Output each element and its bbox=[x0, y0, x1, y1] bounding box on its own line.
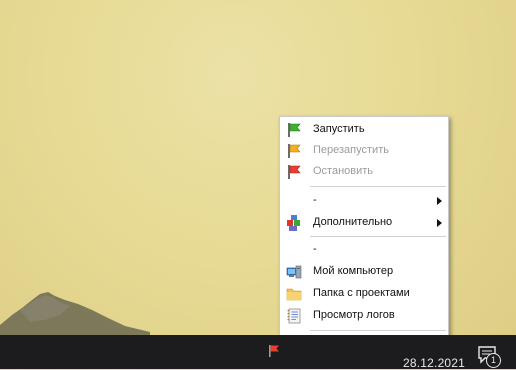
yellow-flag-icon bbox=[288, 144, 301, 158]
red-flag-icon[interactable] bbox=[268, 344, 280, 358]
folder-icon bbox=[286, 288, 302, 301]
menu-item-additional[interactable]: Дополнительно bbox=[280, 212, 448, 234]
menu-item-label: Дополнительно bbox=[313, 216, 393, 228]
menu-item-label: Папка с проектами bbox=[313, 287, 410, 299]
menu-item-label: Мой компьютер bbox=[313, 265, 394, 277]
menu-item-projects-folder[interactable]: Папка с проектами bbox=[280, 283, 448, 305]
menu-item-dash[interactable]: - bbox=[280, 239, 448, 261]
menu-separator bbox=[310, 330, 446, 331]
desktop-wallpaper-mountain bbox=[0, 292, 150, 340]
menu-item-label: Остановить bbox=[313, 165, 374, 177]
computer-icon bbox=[286, 265, 302, 279]
menu-item-label: - bbox=[313, 243, 317, 255]
menu-item-label: Перезапустить bbox=[313, 144, 389, 156]
menu-item-restart[interactable]: Перезапустить bbox=[280, 140, 448, 162]
menu-item-submenu-dash[interactable]: - bbox=[280, 190, 448, 212]
green-flag-icon bbox=[288, 123, 301, 137]
menu-item-start[interactable]: Запустить bbox=[280, 119, 448, 141]
log-notebook-icon bbox=[287, 308, 301, 324]
submenu-arrow-icon bbox=[437, 219, 442, 227]
submenu-arrow-icon bbox=[437, 197, 442, 205]
menu-item-label: Просмотр логов bbox=[313, 309, 395, 321]
menu-item-label: - bbox=[313, 194, 317, 206]
red-flag-icon bbox=[288, 165, 301, 179]
menu-item-label: Запустить bbox=[313, 123, 365, 135]
menu-separator bbox=[310, 186, 446, 187]
menu-separator bbox=[310, 236, 446, 237]
notification-count-badge: 1 bbox=[486, 353, 501, 368]
blocks-icon bbox=[287, 215, 300, 231]
menu-item-view-logs[interactable]: Просмотр логов bbox=[280, 305, 448, 327]
menu-item-stop[interactable]: Остановить bbox=[280, 161, 448, 183]
tray-context-menu: Запустить Перезапустить Остановить - Доп… bbox=[279, 116, 449, 360]
menu-item-my-computer[interactable]: Мой компьютер bbox=[280, 261, 448, 283]
taskbar-date[interactable]: 28.12.2021 bbox=[403, 356, 465, 370]
